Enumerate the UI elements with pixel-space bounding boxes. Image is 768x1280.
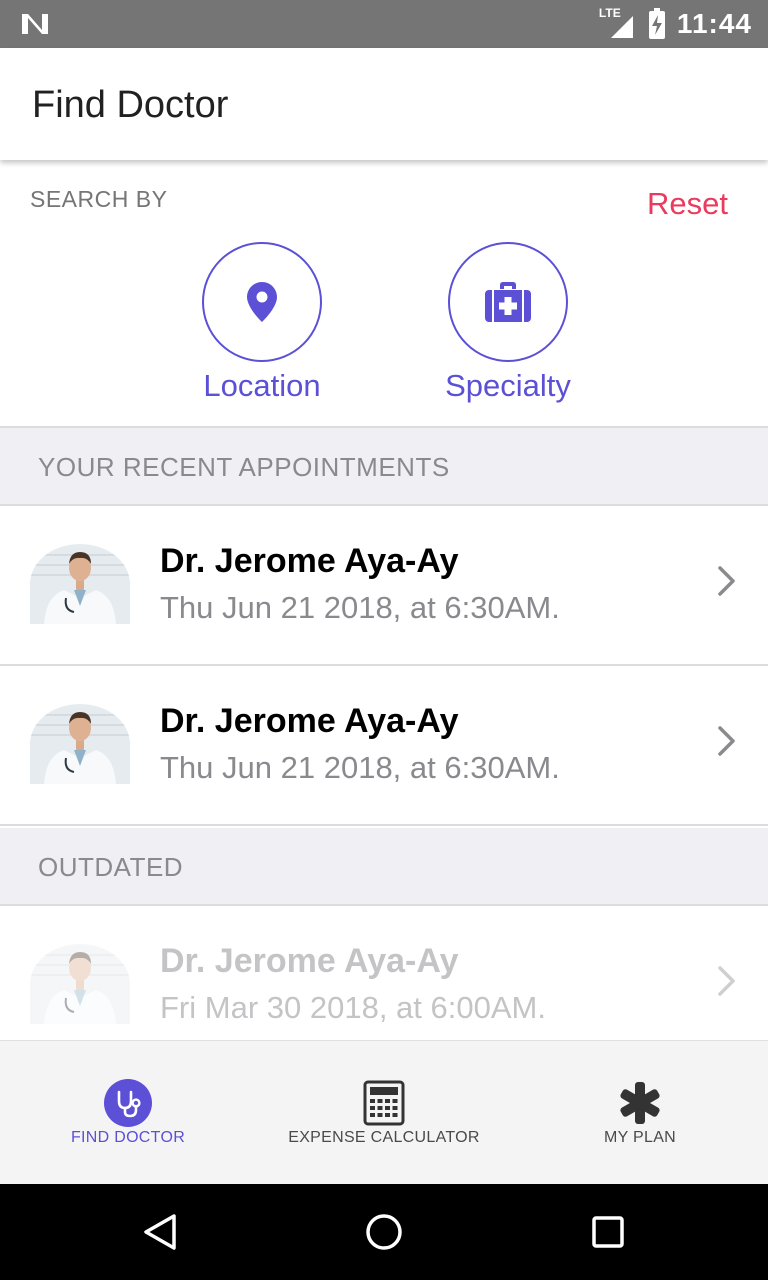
nav-my-plan-label: MY PLAN [603, 1129, 677, 1146]
chevron-right-icon [718, 966, 735, 996]
appointment-row[interactable]: Dr. Jerome Aya-Ay Thu Jun 21 2018, at 6:… [0, 506, 768, 666]
medical-kit-icon [485, 282, 531, 322]
nav-my-plan[interactable]: MY PLAN [540, 1041, 740, 1185]
clock: 11:44 [676, 8, 752, 39]
nav-find-doctor[interactable]: FIND DOCTOR [28, 1041, 228, 1185]
appointment-row[interactable]: Dr. Jerome Aya-Ay Thu Jun 21 2018, at 6:… [0, 666, 768, 826]
doctor-name: Dr. Jerome Aya-Ay [160, 942, 459, 980]
page-title: Find Doctor [32, 84, 229, 126]
recent-apps-button[interactable] [584, 1208, 632, 1256]
home-button[interactable] [360, 1208, 408, 1256]
search-section: SEARCH BY Reset Location Specialty [0, 160, 768, 428]
lte-signal-icon: LTE [597, 6, 637, 40]
recent-appointments-header: YOUR RECENT APPOINTMENTS [0, 428, 768, 506]
battery-charging-icon [648, 8, 665, 39]
home-circle-icon [366, 1214, 402, 1250]
nav-find-doctor-label: FIND DOCTOR [70, 1129, 186, 1146]
recent-apps-square-icon [592, 1216, 624, 1248]
asterisk-icon [616, 1079, 664, 1127]
back-triangle-icon [144, 1214, 176, 1250]
search-by-label: SEARCH BY [30, 186, 168, 212]
doctor-avatar [30, 704, 130, 784]
appointment-date: Fri Mar 30 2018, at 6:00AM. [160, 990, 546, 1025]
map-pin-icon [247, 282, 277, 322]
specialty-label: Specialty [445, 368, 571, 403]
doctor-name: Dr. Jerome Aya-Ay [160, 702, 459, 740]
doctor-avatar [30, 944, 130, 1024]
appointment-date: Thu Jun 21 2018, at 6:30AM. [160, 750, 560, 785]
doctor-avatar [30, 544, 130, 624]
doctor-name: Dr. Jerome Aya-Ay [160, 542, 459, 580]
app-bar: Find Doctor [0, 48, 768, 160]
notification-n-icon [22, 14, 48, 34]
outdated-title: OUTDATED [38, 852, 184, 882]
location-circle[interactable] [202, 242, 322, 362]
bottom-navigation: FIND DOCTOR EXPENSE CALCULATOR MY PLAN [0, 1040, 768, 1184]
system-navigation-bar [0, 1184, 768, 1280]
nav-expense-calculator-label: EXPENSE CALCULATOR [288, 1129, 480, 1146]
chevron-right-icon [718, 726, 735, 756]
outdated-header: OUTDATED [0, 828, 768, 906]
appointment-date: Thu Jun 21 2018, at 6:30AM. [160, 590, 560, 625]
status-bar: LTE 11:44 [0, 0, 768, 48]
location-label: Location [203, 368, 321, 403]
search-by-specialty-button[interactable]: Specialty [418, 242, 598, 404]
nav-expense-calculator[interactable]: EXPENSE CALCULATOR [268, 1041, 500, 1185]
search-by-location-button[interactable]: Location [172, 242, 352, 404]
back-button[interactable] [136, 1208, 184, 1256]
specialty-circle[interactable] [448, 242, 568, 362]
chevron-right-icon [718, 566, 735, 596]
stethoscope-icon [104, 1079, 152, 1127]
calculator-icon [360, 1079, 408, 1127]
recent-appointments-title: YOUR RECENT APPOINTMENTS [38, 452, 450, 482]
reset-button[interactable]: Reset [647, 186, 728, 222]
